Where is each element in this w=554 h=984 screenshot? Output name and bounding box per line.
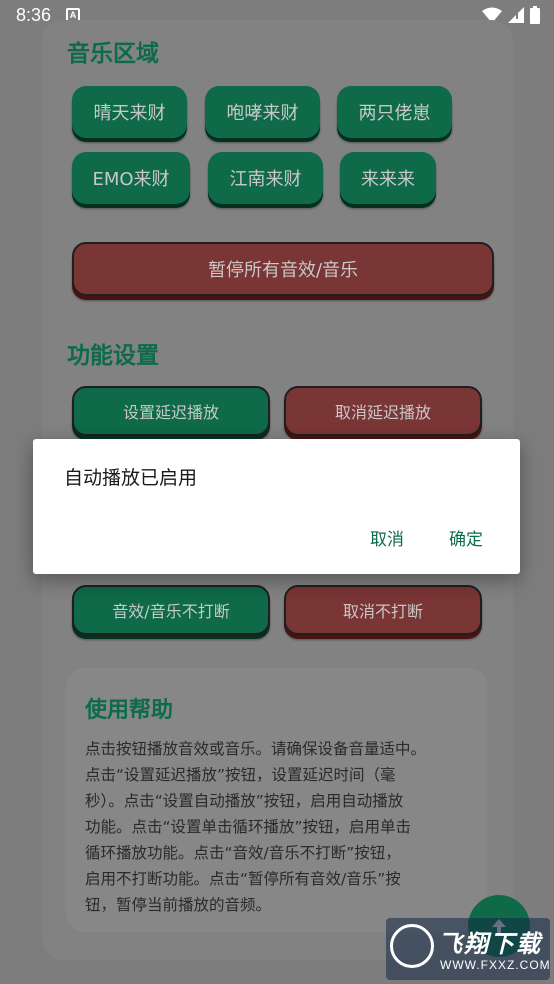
dialog-cancel-button[interactable]: 取消 xyxy=(370,525,404,550)
help-text: 点击按钮播放音效或音乐。请确保设备音量适中。 点击“设置延迟播放”按钮，设置延迟… xyxy=(85,736,477,918)
help-line: 循环播放功能。点击“音效/音乐不打断”按钮， xyxy=(85,844,401,862)
watermark: 飞翔下载 WWW.FXXZ.COM xyxy=(386,918,550,980)
music-button-4[interactable]: EMO来财 xyxy=(72,152,190,204)
stop-all-button[interactable]: 暂停所有音效/音乐 xyxy=(72,242,494,296)
help-line: 点击按钮播放音效或音乐。请确保设备音量适中。 xyxy=(85,740,427,758)
watermark-text: 飞翔下载 xyxy=(438,930,542,958)
music-button-3[interactable]: 两只佬崽 xyxy=(337,86,452,138)
help-line: 点击“设置延迟播放”按钮，设置延迟时间（毫 xyxy=(85,766,396,784)
no-interrupt-button[interactable]: 音效/音乐不打断 xyxy=(72,585,270,635)
music-button-5[interactable]: 江南来财 xyxy=(208,152,323,204)
help-line: 功能。点击“设置单击循环播放”按钮，启用单击 xyxy=(85,818,412,836)
clock: 8:36 xyxy=(16,5,52,25)
music-button-2[interactable]: 咆哮来财 xyxy=(205,86,320,138)
cancel-delay-button[interactable]: 取消延迟播放 xyxy=(284,386,482,436)
help-box: 使用帮助 点击按钮播放音效或音乐。请确保设备音量适中。 点击“设置延迟播放”按钮… xyxy=(66,668,487,932)
help-title: 使用帮助 xyxy=(85,698,174,723)
cancel-no-interrupt-button[interactable]: 取消不打断 xyxy=(284,585,482,635)
music-button-6[interactable]: 来来来 xyxy=(340,152,436,204)
help-line: 秒）。点击“设置自动播放”按钮，启用自动播放 xyxy=(85,792,404,810)
alert-dialog: 自动播放已启用 取消 确定 xyxy=(33,439,520,574)
music-section-title: 音乐区域 xyxy=(67,41,159,67)
help-line: 钮，暂停当前播放的音频。 xyxy=(85,896,272,914)
help-line: 启用不打断功能。点击“暂停所有音效/音乐”按 xyxy=(85,870,401,888)
dialog-message: 自动播放已启用 xyxy=(64,467,198,489)
set-delay-button[interactable]: 设置延迟播放 xyxy=(72,386,270,436)
settings-section-title: 功能设置 xyxy=(67,343,159,369)
watermark-url: WWW.FXXZ.COM xyxy=(440,958,551,972)
signal-icon xyxy=(508,7,524,23)
watermark-logo-icon xyxy=(390,924,434,968)
music-button-1[interactable]: 晴天来财 xyxy=(72,86,187,138)
dialog-confirm-button[interactable]: 确定 xyxy=(449,525,483,550)
battery-icon xyxy=(530,6,540,24)
